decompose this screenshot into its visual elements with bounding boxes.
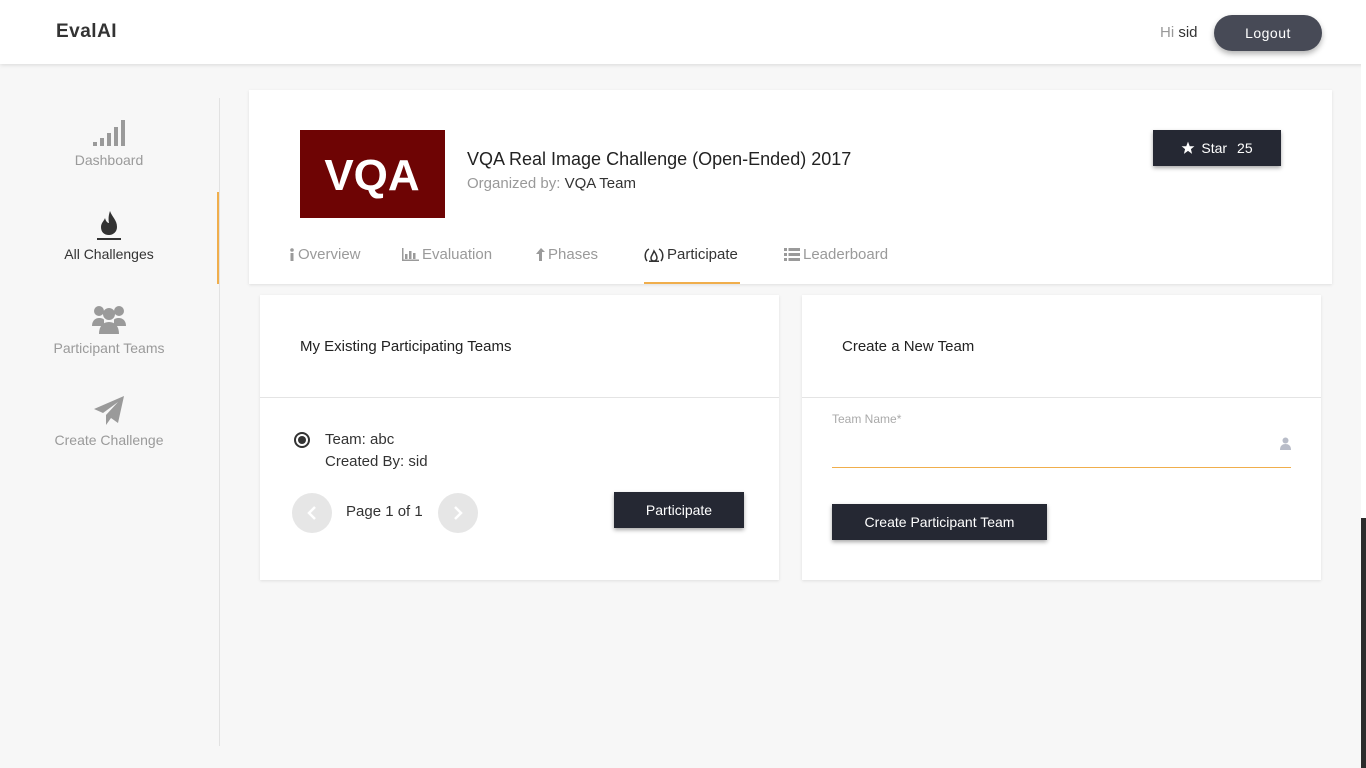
user-greeting: Hi sid	[1160, 24, 1198, 41]
svg-text:VQA: VQA	[324, 151, 419, 200]
info-icon	[290, 248, 294, 261]
tab-label: Leaderboard	[803, 246, 889, 263]
organizer-name: VQA Team	[564, 175, 636, 192]
evalai-logo[interactable]: EvalAI	[56, 21, 117, 43]
tab-phases[interactable]: Phases	[536, 246, 598, 263]
star-button[interactable]: Star 25	[1153, 130, 1281, 166]
tab-label: Phases	[548, 246, 599, 263]
tab-label: Participate	[667, 246, 738, 263]
create-team-panel: Create a New Team Team Name* Create Part…	[802, 295, 1321, 580]
existing-teams-title: My Existing Participating Teams	[300, 338, 512, 355]
create-participant-team-button[interactable]: Create Participant Team	[832, 504, 1047, 540]
star-label: Star	[1201, 140, 1228, 156]
panel-divider	[802, 397, 1321, 398]
user-icon	[1280, 437, 1291, 450]
sidebar-active-indicator	[217, 192, 219, 284]
participate-button[interactable]: Participate	[614, 492, 744, 528]
scrollbar-thumb[interactable]	[1361, 518, 1366, 768]
sidebar-divider	[219, 98, 220, 746]
sidebar-item-label: Participant Teams	[53, 340, 165, 356]
sidebar-item-participant-teams[interactable]: Participant Teams	[0, 304, 218, 356]
tab-overview[interactable]: Overview	[289, 246, 361, 263]
tab-label: Overview	[298, 246, 361, 263]
username[interactable]: sid	[1178, 24, 1197, 41]
previous-page-button[interactable]	[292, 493, 332, 533]
next-page-button[interactable]	[438, 493, 478, 533]
panel-divider	[260, 397, 779, 398]
flame-badge-icon	[644, 247, 664, 262]
tab-leaderboard[interactable]: Leaderboard	[784, 246, 888, 263]
star-icon	[1181, 141, 1195, 154]
team-name-label: Team Name*	[832, 412, 902, 426]
sidebar: Dashboard All Challenges Participant Tea…	[0, 64, 220, 768]
sidebar-item-label: Create Challenge	[54, 432, 164, 448]
organized-by-label: Organized by:	[467, 175, 561, 192]
challenge-organizer: Organized by: VQA Team	[467, 175, 636, 192]
challenge-title: VQA Real Image Challenge (Open-Ended) 20…	[467, 149, 852, 169]
pagination-text: Page 1 of 1	[346, 503, 423, 520]
sidebar-item-label: Dashboard	[74, 152, 144, 168]
sidebar-item-label: All Challenges	[64, 246, 154, 262]
tab-label: Evaluation	[422, 246, 493, 263]
flame-icon	[97, 211, 121, 240]
users-icon	[92, 306, 126, 334]
tab-evaluation[interactable]: Evaluation	[402, 246, 492, 263]
sidebar-item-all-challenges[interactable]: All Challenges	[0, 210, 218, 262]
top-header: EvalAI Hi sid Logout	[0, 0, 1366, 64]
paper-plane-icon	[94, 396, 124, 425]
list-icon	[784, 248, 800, 261]
signal-bars-icon	[93, 120, 125, 146]
logout-button[interactable]: Logout	[1214, 15, 1322, 51]
sidebar-item-dashboard[interactable]: Dashboard	[0, 120, 218, 168]
team-created-by: Created By: sid	[325, 453, 428, 470]
team-name-input[interactable]	[832, 429, 1291, 468]
tab-participate[interactable]: Participate	[644, 246, 738, 263]
team-radio-button[interactable]	[294, 432, 310, 448]
create-team-title: Create a New Team	[842, 338, 975, 355]
vqa-challenge-logo: VQA	[300, 130, 445, 218]
sidebar-item-create-challenge[interactable]: Create Challenge	[0, 396, 218, 448]
existing-teams-panel: My Existing Participating Teams Team: ab…	[260, 295, 779, 580]
star-count: 25	[1237, 140, 1253, 156]
active-tab-underline	[644, 282, 740, 284]
chevron-left-icon	[307, 506, 316, 520]
bar-chart-icon	[402, 248, 419, 261]
greeting-prefix: Hi	[1160, 24, 1175, 41]
challenge-header-card: VQA VQA Real Image Challenge (Open-Ended…	[249, 90, 1332, 284]
team-name: Team: abc	[325, 431, 395, 448]
arrow-up-icon	[536, 248, 545, 261]
chevron-right-icon	[454, 506, 463, 520]
